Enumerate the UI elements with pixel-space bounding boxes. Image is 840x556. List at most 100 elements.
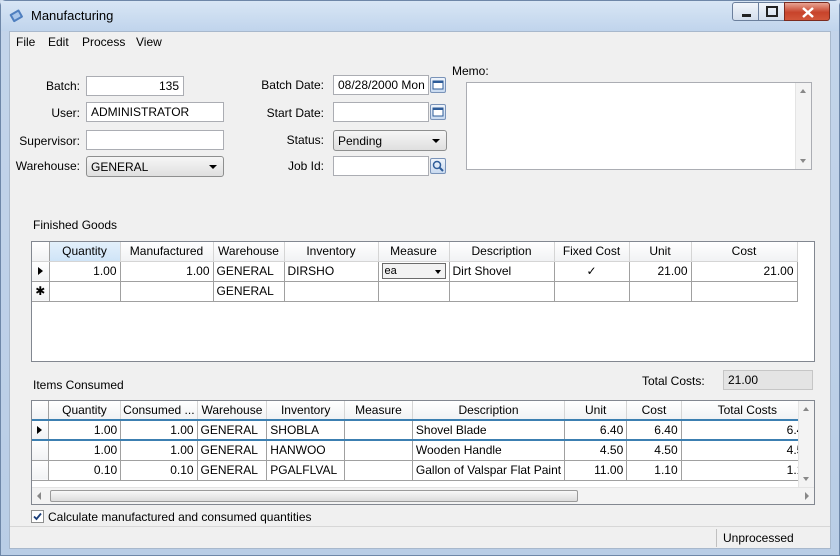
column-header[interactable]: Consumed ...: [120, 401, 198, 421]
minimize-button[interactable]: [732, 2, 759, 21]
total-costs-cell[interactable]: 1.10: [681, 460, 815, 481]
column-header[interactable]: Measure: [378, 242, 450, 262]
column-header[interactable]: Quantity: [49, 242, 121, 262]
unit-cell[interactable]: 6.40: [564, 419, 628, 441]
quantity-cell[interactable]: 1.00: [49, 261, 121, 282]
total-costs-cell[interactable]: 6.40: [681, 419, 815, 441]
menu-process[interactable]: Process: [82, 35, 125, 49]
description-cell[interactable]: Shovel Blade: [412, 419, 566, 441]
column-header[interactable]: Quantity: [48, 401, 122, 421]
fixed-cost-cell[interactable]: ✓: [554, 261, 630, 282]
cost-cell[interactable]: 4.50: [626, 440, 682, 461]
new-row[interactable]: ✱ GENERAL: [32, 281, 798, 302]
consumed-cell[interactable]: 1.00: [120, 419, 198, 441]
column-header[interactable]: Measure: [344, 401, 413, 421]
job-id-lookup-button[interactable]: [430, 158, 446, 174]
column-header[interactable]: Unit: [629, 242, 692, 262]
total-costs-cell[interactable]: 4.50: [681, 440, 815, 461]
inventory-cell[interactable]: PGALFLVAL: [266, 460, 346, 481]
description-cell[interactable]: [449, 281, 555, 302]
menu-bar: File Edit Process View: [10, 32, 830, 52]
title-bar[interactable]: Manufacturing: [1, 1, 839, 31]
maximize-button[interactable]: [758, 2, 785, 21]
memo-scrollbar[interactable]: [795, 83, 811, 169]
warehouse-dropdown[interactable]: GENERAL: [86, 156, 224, 177]
menu-edit[interactable]: Edit: [48, 35, 69, 49]
cost-cell[interactable]: 21.00: [691, 261, 798, 282]
table-row[interactable]: 0.10 0.10 GENERAL PGALFLVAL Gallon of Va…: [32, 460, 815, 481]
column-header[interactable]: Fixed Cost: [554, 242, 630, 262]
window-title: Manufacturing: [31, 8, 114, 23]
quantity-cell[interactable]: 0.10: [48, 460, 122, 481]
description-cell[interactable]: Dirt Shovel: [449, 261, 555, 282]
column-header[interactable]: Description: [412, 401, 566, 421]
measure-dropdown[interactable]: ea: [381, 263, 446, 279]
unit-cell[interactable]: 4.50: [564, 440, 628, 461]
manufacturing-window: Manufacturing File Edit Process View Bat…: [0, 0, 840, 556]
column-header[interactable]: Cost: [626, 401, 682, 421]
quantity-cell[interactable]: 1.00: [48, 440, 122, 461]
start-date-field[interactable]: [333, 102, 429, 122]
batch-date-picker-button[interactable]: [430, 77, 446, 93]
column-header[interactable]: Cost: [691, 242, 798, 262]
unit-cell[interactable]: [629, 281, 692, 302]
unit-cell[interactable]: 21.00: [629, 261, 692, 282]
inventory-cell[interactable]: [284, 281, 379, 302]
inventory-cell[interactable]: DIRSHO: [284, 261, 379, 282]
menu-view[interactable]: View: [136, 35, 162, 49]
start-date-picker-button[interactable]: [430, 104, 446, 120]
unit-cell[interactable]: 11.00: [564, 460, 628, 481]
status-dropdown[interactable]: Pending: [333, 130, 447, 151]
warehouse-cell[interactable]: GENERAL: [213, 261, 285, 282]
inventory-cell[interactable]: SHOBLA: [266, 419, 346, 441]
warehouse-cell[interactable]: GENERAL: [197, 419, 268, 441]
batch-date-field[interactable]: 08/28/2000 Mon: [333, 75, 429, 95]
table-row[interactable]: 1.00 1.00 GENERAL DIRSHO ea Dirt Shovel …: [32, 261, 798, 282]
column-header[interactable]: Total Costs: [681, 401, 815, 421]
items-consumed-grid[interactable]: Quantity Consumed ... Warehouse Inventor…: [31, 400, 815, 505]
consumed-cell[interactable]: 1.00: [120, 440, 198, 461]
measure-cell[interactable]: [344, 440, 413, 461]
warehouse-cell[interactable]: GENERAL: [213, 281, 285, 302]
column-header[interactable]: Unit: [564, 401, 628, 421]
manufactured-cell[interactable]: 1.00: [120, 261, 214, 282]
horizontal-scroll-thumb[interactable]: [50, 490, 578, 502]
measure-cell[interactable]: [344, 460, 413, 481]
items-vertical-scrollbar[interactable]: [798, 401, 814, 487]
warehouse-cell[interactable]: GENERAL: [197, 440, 268, 461]
supervisor-field[interactable]: [86, 130, 224, 150]
measure-cell[interactable]: [344, 419, 413, 441]
consumed-cell[interactable]: 0.10: [120, 460, 198, 481]
column-header[interactable]: Manufactured: [120, 242, 214, 262]
table-row[interactable]: 1.00 1.00 GENERAL HANWOO Wooden Handle 4…: [32, 440, 815, 461]
column-header[interactable]: Inventory: [266, 401, 346, 421]
fixed-cost-cell[interactable]: [554, 281, 630, 302]
quantity-cell[interactable]: [49, 281, 121, 302]
description-cell[interactable]: Wooden Handle: [412, 440, 566, 461]
column-header[interactable]: Warehouse: [213, 242, 285, 262]
column-header[interactable]: Description: [449, 242, 555, 262]
description-cell[interactable]: Gallon of Valspar Flat Paint: [412, 460, 566, 481]
calc-quantities-label[interactable]: Calculate manufactured and consumed quan…: [48, 510, 312, 524]
close-button[interactable]: [784, 2, 830, 21]
cost-cell[interactable]: 1.10: [626, 460, 682, 481]
measure-cell[interactable]: ea: [378, 261, 450, 282]
memo-field[interactable]: [466, 82, 812, 170]
column-header[interactable]: Warehouse: [197, 401, 268, 421]
batch-field[interactable]: 135: [86, 76, 184, 96]
items-horizontal-scrollbar[interactable]: [32, 487, 814, 504]
menu-file[interactable]: File: [16, 35, 35, 49]
quantity-cell[interactable]: 1.00: [48, 419, 122, 441]
column-header[interactable]: Inventory: [284, 242, 379, 262]
inventory-cell[interactable]: HANWOO: [266, 440, 346, 461]
warehouse-cell[interactable]: GENERAL: [197, 460, 268, 481]
finished-goods-grid[interactable]: Quantity Manufactured Warehouse Inventor…: [31, 241, 815, 362]
cost-cell[interactable]: [691, 281, 798, 302]
calc-quantities-checkbox[interactable]: [31, 510, 44, 523]
table-row[interactable]: 1.00 1.00 GENERAL SHOBLA Shovel Blade 6.…: [32, 419, 815, 441]
cost-cell[interactable]: 6.40: [626, 419, 682, 441]
manufactured-cell[interactable]: [120, 281, 214, 302]
user-field[interactable]: ADMINISTRATOR: [86, 102, 224, 122]
job-id-field[interactable]: [333, 156, 429, 176]
measure-cell[interactable]: [378, 281, 450, 302]
